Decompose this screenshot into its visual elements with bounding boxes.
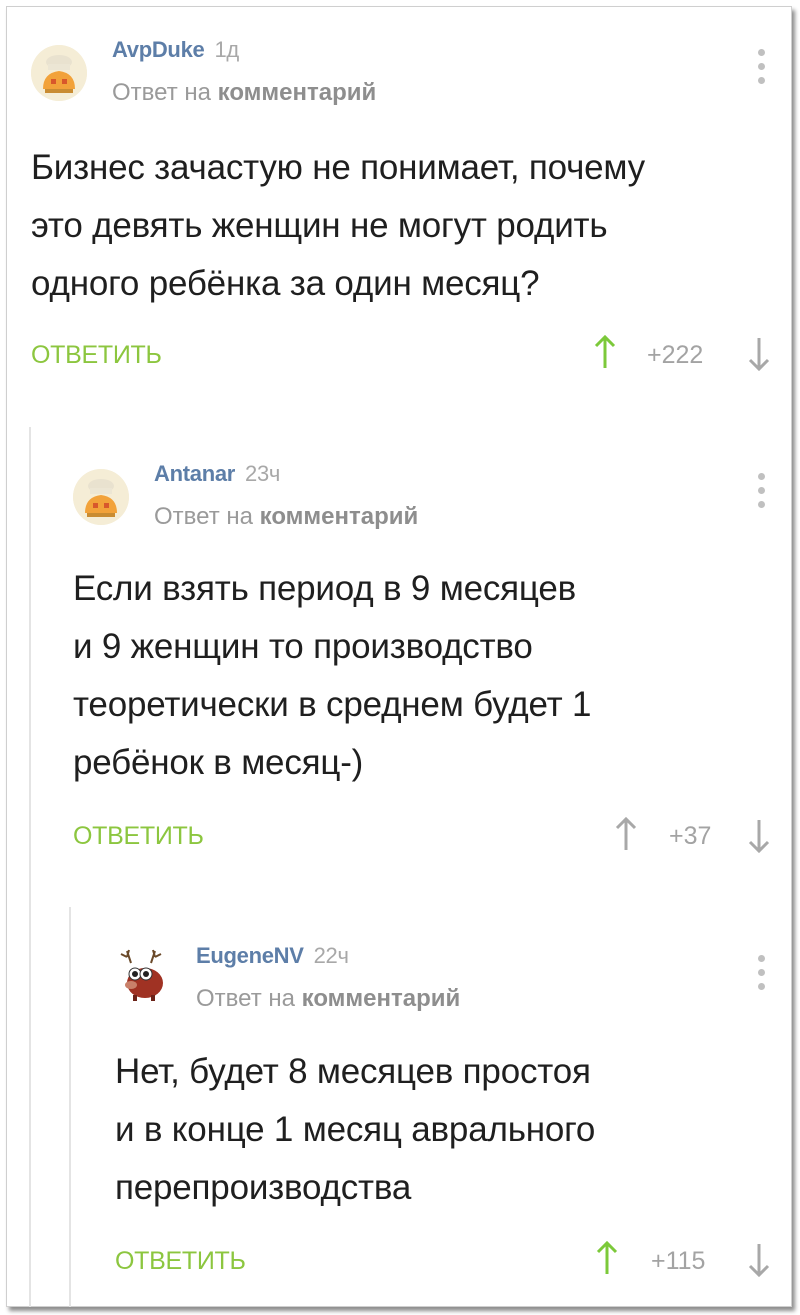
comment-line: и 9 женщин то производство — [73, 627, 533, 666]
reply-to-link[interactable]: комментарий — [218, 79, 377, 106]
reply-to-prefix: Ответ на — [154, 503, 253, 530]
arrow-up-icon — [596, 1241, 618, 1274]
comment-time: 23ч — [245, 461, 281, 486]
arrow-down-icon — [748, 338, 770, 371]
upvote-button[interactable] — [614, 817, 638, 851]
username[interactable]: Antanar 23ч — [154, 461, 280, 487]
reply-button[interactable]: ОТВЕТИТЬ — [73, 822, 204, 851]
more-options-icon[interactable] — [755, 955, 767, 995]
comment-time: 22ч — [313, 943, 349, 968]
thread-indent-line — [29, 427, 31, 1307]
reply-to-prefix: Ответ на — [112, 79, 211, 106]
upvote-button[interactable] — [593, 335, 617, 369]
avatar[interactable] — [31, 45, 87, 101]
reply-to-line: Ответ на комментарий — [112, 79, 376, 107]
arrow-up-icon — [615, 817, 637, 850]
reindeer-avatar-icon — [120, 949, 163, 1001]
vote-score: +222 — [647, 341, 704, 369]
default-chef-avatar-icon — [73, 469, 129, 525]
username-text[interactable]: Antanar — [154, 461, 235, 486]
comment-line: Бизнес зачастую не понимает, почему — [31, 148, 645, 187]
comment-line: это девять женщин не могут родить — [31, 206, 608, 245]
reply-button[interactable]: ОТВЕТИТЬ — [115, 1247, 246, 1276]
comment-line: Нет, будет 8 месяцев простоя — [115, 1052, 591, 1091]
downvote-button[interactable] — [747, 1243, 771, 1277]
reply-to-line: Ответ на комментарий — [154, 503, 418, 531]
username-text[interactable]: EugeneNV — [196, 943, 304, 968]
comment-time: 1д — [214, 37, 239, 62]
vote-score: +37 — [669, 822, 712, 850]
more-options-icon[interactable] — [755, 49, 767, 89]
comment-line: одного ребёнка за один месяц? — [31, 264, 540, 303]
reply-to-link[interactable]: комментарий — [260, 503, 419, 530]
more-options-icon[interactable] — [755, 473, 767, 513]
comment-line: перепроизводства — [115, 1168, 412, 1207]
arrow-down-icon — [748, 820, 770, 853]
comment-line: теоретически в среднем будет 1 — [73, 685, 592, 724]
avatar[interactable] — [73, 469, 129, 525]
comment-thread: AvpDuke 1д Ответ на комментарий Бизнес за… — [6, 6, 792, 1307]
comment-body: Если взять период в 9 месяцев и 9 женщин… — [73, 560, 591, 792]
comment-line: и в конце 1 месяц аврального — [115, 1110, 596, 1149]
username-text[interactable]: AvpDuke — [112, 37, 205, 62]
upvote-button[interactable] — [595, 1241, 619, 1275]
downvote-button[interactable] — [747, 819, 771, 853]
reply-to-prefix: Ответ на — [196, 985, 295, 1012]
thread-indent-line — [69, 907, 71, 1307]
reply-to-line: Ответ на комментарий — [196, 985, 460, 1013]
reply-button[interactable]: ОТВЕТИТЬ — [31, 341, 162, 370]
username[interactable]: AvpDuke 1д — [112, 37, 239, 63]
comment-body: Нет, будет 8 месяцев простоя и в конце 1… — [115, 1043, 595, 1217]
username[interactable]: EugeneNV 22ч — [196, 943, 349, 969]
avatar[interactable] — [115, 947, 171, 1003]
comment-line: Если взять период в 9 месяцев — [73, 569, 577, 608]
arrow-down-icon — [748, 1244, 770, 1277]
comment-line: ребёнок в месяц-) — [73, 743, 364, 782]
downvote-button[interactable] — [747, 337, 771, 371]
reply-to-link[interactable]: комментарий — [302, 985, 461, 1012]
default-chef-avatar-icon — [31, 45, 87, 101]
vote-score: +115 — [651, 1247, 706, 1275]
comment-body: Бизнес зачастую не понимает, почему это … — [31, 139, 645, 313]
arrow-up-icon — [594, 335, 616, 368]
